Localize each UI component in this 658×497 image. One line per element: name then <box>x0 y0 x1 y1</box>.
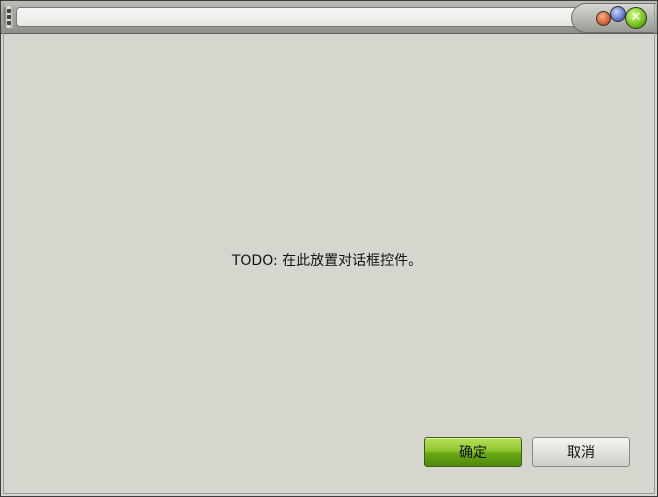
ok-button[interactable]: 确定 <box>424 437 522 467</box>
dialog-client-area: TODO: 在此放置对话框控件。 确定 取消 <box>4 34 654 493</box>
dialog-window: ✕ TODO: 在此放置对话框控件。 确定 取消 <box>0 0 658 497</box>
cancel-button[interactable]: 取消 <box>532 437 630 467</box>
todo-message: TODO: 在此放置对话框控件。 <box>231 253 423 269</box>
